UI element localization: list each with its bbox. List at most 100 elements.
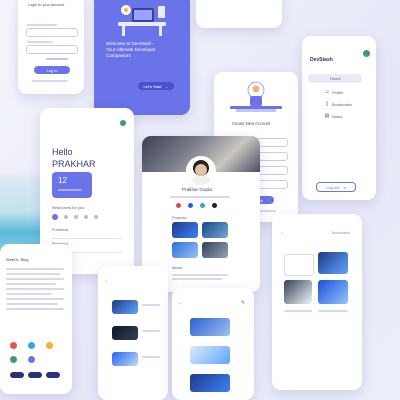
login-button[interactable]: Log in <box>34 66 70 74</box>
text-line <box>6 303 58 305</box>
text-placeholder <box>27 24 57 26</box>
tag-button[interactable] <box>10 372 24 378</box>
blank-screen <box>196 0 282 28</box>
category-label: Frontend <box>52 227 69 232</box>
welcome-heading-line3: Companion! <box>106 53 131 58</box>
menu-item-label: Profile <box>332 89 344 95</box>
list-item-thumb[interactable] <box>112 326 138 340</box>
tag-button[interactable] <box>46 372 60 378</box>
start-button[interactable]: Let's Start → <box>138 82 174 90</box>
text-placeholder <box>318 310 348 312</box>
text-placeholder <box>46 58 68 60</box>
text-line <box>6 268 64 270</box>
category-chips <box>52 214 126 220</box>
text-placeholder <box>27 41 53 43</box>
category-item[interactable]: Frontend <box>52 226 122 239</box>
logout-button[interactable]: Log out ⇥ <box>316 182 356 192</box>
chip-icon <box>74 215 78 219</box>
signup-title: Create New Account <box>232 121 271 126</box>
arrow-right-icon: → <box>164 83 169 89</box>
profile-name: Prakhar Gupta <box>182 187 212 192</box>
project-thumbnail[interactable] <box>202 222 228 238</box>
user-name: PRAKHAR <box>52 159 96 169</box>
social-icon[interactable] <box>200 203 205 208</box>
greeting-text: Hello <box>52 147 73 157</box>
welcome-heading-line2: Your Ultimate Developer <box>106 47 156 52</box>
text-line <box>6 298 64 300</box>
about-label: About <box>172 265 183 270</box>
avatar <box>363 50 370 57</box>
bookmark-card[interactable] <box>318 252 348 274</box>
social-icon[interactable] <box>212 203 217 208</box>
password-field[interactable] <box>26 45 78 54</box>
tech-icon <box>46 342 53 349</box>
email-field[interactable] <box>26 28 78 37</box>
menu-item-profile[interactable]: ☺ Profile <box>308 88 362 97</box>
text-placeholder <box>142 304 160 306</box>
bookmark-card[interactable] <box>284 254 314 276</box>
article-screen: WebGL Blog <box>0 244 72 394</box>
login-title: Login to your account <box>28 3 65 7</box>
list-item-thumb[interactable] <box>112 300 138 314</box>
bookmark-card[interactable] <box>284 280 312 304</box>
stat-value: 12 <box>58 176 67 185</box>
project-thumbnail[interactable] <box>172 242 198 258</box>
feed-card[interactable] <box>190 374 230 392</box>
logout-icon: ⇥ <box>342 184 346 190</box>
menu-screen: DevStash Home ☺ Profile ▯ Bookmarks ▤ No… <box>302 36 376 200</box>
text-line <box>6 278 64 280</box>
text-placeholder <box>32 80 68 82</box>
menu-item-home[interactable]: Home <box>308 74 362 83</box>
developer-illustration <box>118 5 166 36</box>
text-line <box>6 288 64 290</box>
showcase-canvas: Login to your account Log in Welcome to … <box>0 0 400 400</box>
project-thumbnail[interactable] <box>202 242 228 258</box>
tech-icon <box>10 342 17 349</box>
chip-icon <box>52 214 58 220</box>
social-icons <box>176 203 236 209</box>
bookmark-card[interactable] <box>318 280 348 304</box>
chip-icon <box>94 215 98 219</box>
welcome-screen: Welcome to DevStash - Your Ultimate Deve… <box>94 0 190 115</box>
chip-icon <box>64 215 68 219</box>
back-arrow-icon[interactable]: ← <box>280 230 286 236</box>
edit-icon[interactable]: ✎ <box>240 300 246 306</box>
text-placeholder <box>142 356 160 358</box>
text-placeholder <box>58 189 82 191</box>
list-item-thumb[interactable] <box>112 352 138 366</box>
menu-app-name: DevStash <box>310 57 333 63</box>
menu-item-label: Home <box>330 75 341 81</box>
back-arrow-icon[interactable]: ← <box>104 278 110 284</box>
bookmarks-screen: ← Bookmarks <box>272 214 362 390</box>
back-arrow-icon[interactable]: ← <box>178 300 184 306</box>
menu-item-notes[interactable]: ▤ Notes <box>308 112 362 121</box>
developer-illustration <box>222 76 290 116</box>
bookmarks-title: Bookmarks <box>332 231 350 235</box>
login-screen: Login to your account Log in <box>18 0 84 94</box>
tag-button[interactable] <box>28 372 42 378</box>
feed-card[interactable] <box>190 346 230 364</box>
tech-icon <box>28 356 35 363</box>
article-heading: WebGL Blog <box>6 257 29 262</box>
start-button-label: Let's Start <box>143 83 162 89</box>
feed-screen: ← ✎ <box>172 288 254 400</box>
user-icon: ☺ <box>324 89 330 95</box>
chip-icon <box>84 215 88 219</box>
list-screen: ← <box>98 266 168 400</box>
text-placeholder <box>172 278 222 280</box>
text-line <box>6 293 52 295</box>
stats-card[interactable]: 12 <box>52 172 92 198</box>
logout-label: Log out <box>326 184 340 190</box>
menu-item-label: Bookmarks <box>332 101 353 107</box>
social-icon[interactable] <box>188 203 193 208</box>
project-thumbnail[interactable] <box>172 222 198 238</box>
social-icon[interactable] <box>176 203 181 208</box>
text-line <box>6 283 56 285</box>
profile-avatar <box>186 156 216 186</box>
feed-card[interactable] <box>190 318 230 336</box>
text-line <box>6 308 64 310</box>
section-title: Resources for you <box>52 205 85 210</box>
text-placeholder <box>284 310 312 312</box>
menu-item-bookmarks[interactable]: ▯ Bookmarks <box>308 100 362 109</box>
tech-icon <box>28 342 35 349</box>
